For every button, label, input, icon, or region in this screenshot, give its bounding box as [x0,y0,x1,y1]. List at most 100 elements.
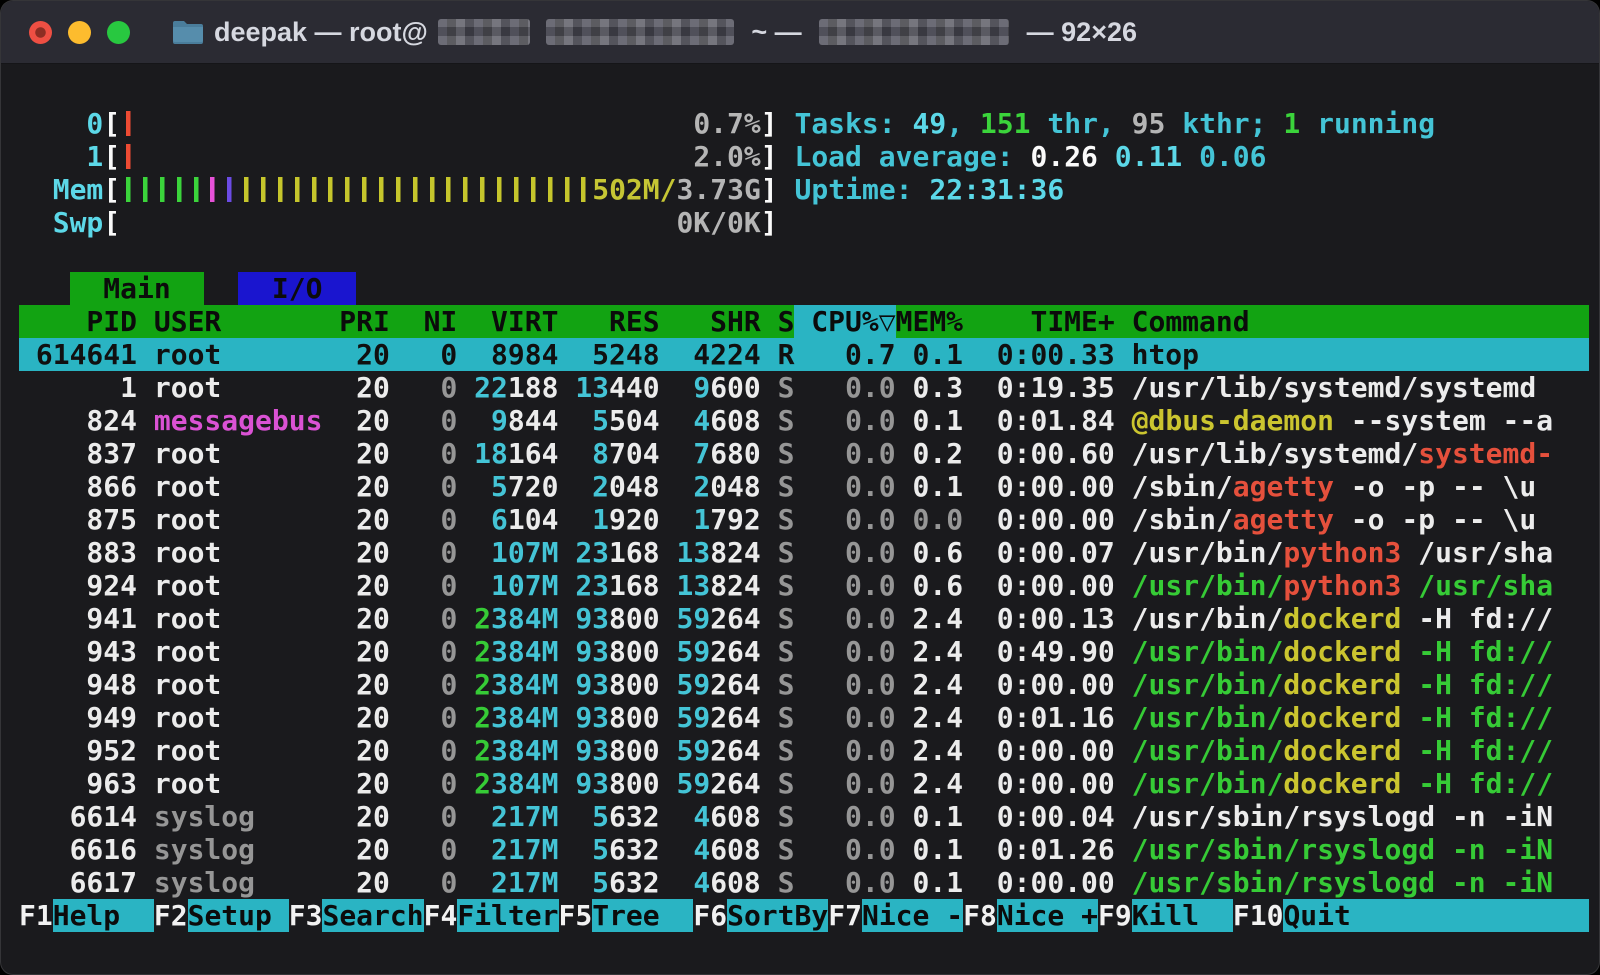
process-row-6614[interactable]: 6614 syslog 20 0 217M 5632 4608 S 0.0 0.… [19,800,1589,833]
text-segment: 384M 93 [491,668,609,701]
text-segment: S 0.0 [761,800,896,833]
text-segment: S 0.0 [761,701,896,734]
text-segment: /usr/bin/ [1115,701,1284,734]
fn-key-f1[interactable]: F1 [19,899,53,932]
text-segment: 0 [390,569,457,602]
text-segment: python3 [1283,569,1401,602]
text-segment: /usr/sbin/rsyslogd -n -iN [1115,866,1553,899]
process-row-837[interactable]: 837 root 20 0 18164 8704 7680 S 0.0 0.2 … [19,437,1589,470]
process-row-943[interactable]: 943 root 20 0 2384M 93800 59264 S 0.0 2.… [19,635,1589,668]
meter-bar [120,107,137,140]
text-segment: 440 [609,371,660,404]
text-segment: syslog [154,800,323,833]
meter-bar [575,173,592,206]
process-row-963[interactable]: 963 root 20 0 2384M 93800 59264 S 0.0 2.… [19,767,1589,800]
text-segment: 264 [710,734,761,767]
fn-key-f7[interactable]: F7 [828,899,862,932]
process-row-1[interactable]: 1 root 20 0 22188 13440 9600 S 0.0 0.3 0… [19,371,1589,404]
meter-bar [154,173,171,206]
process-row-883[interactable]: 883 root 20 0 107M 23168 13824 S 0.0 0.6… [19,536,1589,569]
text-segment: 59 [660,734,711,767]
blank-line [19,74,1589,107]
tab-main[interactable]: Main [70,272,205,305]
text-segment: 600 [710,371,761,404]
text-segment: 883 root 20 [19,536,390,569]
text-segment: 720 [508,470,559,503]
fn-key-f4[interactable]: F4 [424,899,458,932]
fn-search[interactable]: Search [322,899,423,932]
text-segment [19,272,70,305]
text-segment: 5 [558,404,609,437]
text-segment: S 0.0 [761,569,896,602]
text-segment: /usr/bin/ [1115,734,1284,767]
text-segment: 2 [474,668,491,701]
fn-key-f8[interactable]: F8 [963,899,997,932]
text-segment: /usr/bin/ [1115,767,1284,800]
table-header[interactable]: PID USER PRI NI VIRT RES SHR S CPU%▽MEM%… [19,305,1589,338]
process-row-866[interactable]: 866 root 20 0 5720 2048 2048 S 0.0 0.1 0… [19,470,1589,503]
fn-quit[interactable]: Quit [1283,899,1570,932]
text-segment: 2.4 0:00.00 [896,668,1115,701]
redacted-text [546,19,734,45]
fn-kill[interactable]: Kill [1132,899,1233,932]
fn-help[interactable]: Help [53,899,154,932]
fn-key-f6[interactable]: F6 [693,899,727,932]
text-segment: 2 [474,701,491,734]
process-row-924[interactable]: 924 root 20 0 107M 23168 13824 S 0.0 0.6… [19,569,1589,602]
text-segment: S 0.0 [761,833,896,866]
fn-nice-minus[interactable]: Nice - [862,899,963,932]
text-segment: thr, [1031,107,1132,140]
process-row-875[interactable]: 875 root 20 0 6104 1920 1792 S 0.0 0.0 0… [19,503,1589,536]
minimize-button[interactable] [68,21,91,44]
process-row-824[interactable]: 824 messagebus 20 0 9844 5504 4608 S 0.0… [19,404,1589,437]
process-row-6617[interactable]: 6617 syslog 20 0 217M 5632 4608 S 0.0 0.… [19,866,1589,899]
text-segment: 0.26 [1030,140,1114,173]
fn-key-f3[interactable]: F3 [289,899,323,932]
fn-setup[interactable]: Setup [188,899,289,932]
text-segment: 49 [912,107,946,140]
text-segment: S 0.0 [761,470,896,503]
process-row-948[interactable]: 948 root 20 0 2384M 93800 59264 S 0.0 2.… [19,668,1589,701]
fn-tree[interactable]: Tree [592,899,693,932]
text-segment [457,635,474,668]
meter-bar [306,173,323,206]
text-segment: 384M 93 [491,701,609,734]
meter-bar [356,173,373,206]
text-segment: 0 [390,701,457,734]
text-segment [137,107,693,140]
htop-screen: 0[ 0.7%] Tasks: 49, 151 thr, 95 kthr; 1 … [1,64,1599,932]
title-group: deepak — root@ ~ — — 92×26 [172,17,1137,48]
fn-key-f2[interactable]: F2 [154,899,188,932]
text-segment: S 0.0 [761,734,896,767]
text-segment: 9 [660,371,711,404]
text-segment: S 0.0 0.0 [761,503,963,536]
process-row-614641[interactable]: 614641 root 20 0 8984 5248 4224 R 0.7 0.… [19,338,1589,371]
process-row-6616[interactable]: 6616 syslog 20 0 217M 5632 4608 S 0.0 0.… [19,833,1589,866]
text-segment: 0 [390,734,457,767]
text-segment: 048 [609,470,660,503]
fn-key-f5[interactable]: F5 [559,899,593,932]
meter-bar [272,173,289,206]
column-headers[interactable]: PID USER PRI NI VIRT RES SHR S [19,305,794,338]
process-row-952[interactable]: 952 root 20 0 2384M 93800 59264 S 0.0 2.… [19,734,1589,767]
text-segment [778,140,795,173]
fn-key-f9[interactable]: F9 [1098,899,1132,932]
process-row-949[interactable]: 949 root 20 0 2384M 93800 59264 S 0.0 2.… [19,701,1589,734]
text-segment: -H fd:// [1401,668,1553,701]
fn-nice-plus[interactable]: Nice + [997,899,1098,932]
fn-filter[interactable]: Filter [457,899,558,932]
close-button[interactable] [29,21,52,44]
zoom-button[interactable] [107,21,130,44]
process-row-941[interactable]: 941 root 20 0 2384M 93800 59264 S 0.0 2.… [19,602,1589,635]
text-segment: 2 [660,470,711,503]
fn-sortby[interactable]: SortBy [727,899,828,932]
text-segment: 22 [457,371,508,404]
text-segment: 608 [710,800,761,833]
column-headers[interactable]: MEM% TIME+ Command [896,305,1250,338]
tab-io[interactable]: I/O [238,272,356,305]
sort-column-cpu[interactable]: CPU%▽ [794,305,895,338]
text-segment: 2.4 0:49.90 [896,635,1115,668]
text-segment: 2.0% [693,140,760,173]
fn-key-f10[interactable]: F10 [1233,899,1284,932]
text-segment: 948 root 20 [19,668,390,701]
